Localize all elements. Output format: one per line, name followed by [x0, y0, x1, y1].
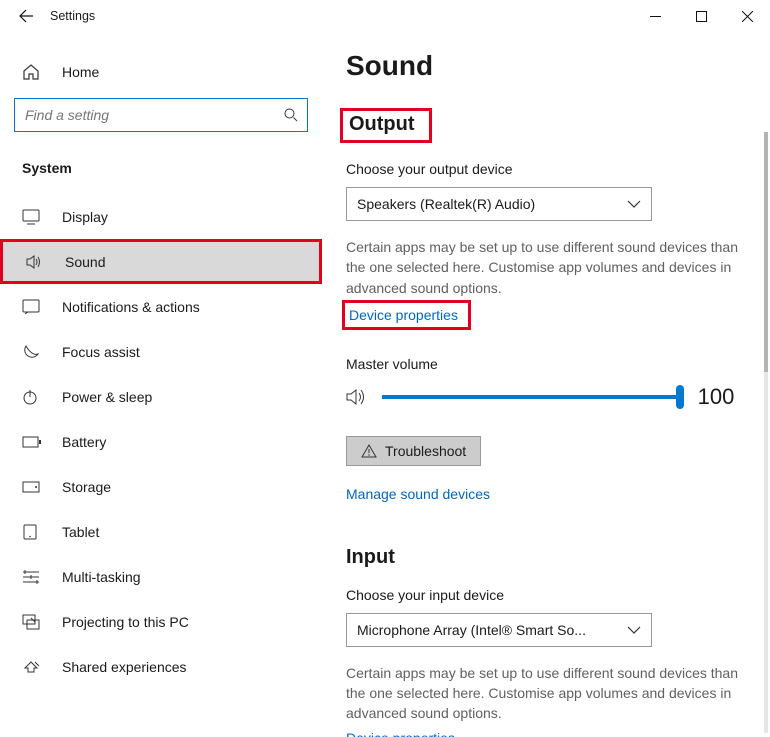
- sidebar-item-power-sleep[interactable]: Power & sleep: [0, 374, 322, 419]
- scrollbar-thumb[interactable]: [764, 132, 768, 372]
- output-heading: Output: [340, 108, 432, 143]
- chevron-down-icon: [627, 625, 641, 635]
- manage-sound-devices-link[interactable]: Manage sound devices: [346, 486, 490, 502]
- input-help-text: Certain apps may be set up to use differ…: [346, 663, 750, 724]
- sidebar-item-label: Notifications & actions: [44, 299, 200, 315]
- sidebar-item-multi-tasking[interactable]: Multi-tasking: [0, 554, 322, 599]
- sidebar-item-focus-assist[interactable]: Focus assist: [0, 329, 322, 374]
- input-device-label: Choose your input device: [346, 587, 750, 603]
- troubleshoot-label: Troubleshoot: [385, 443, 466, 459]
- home-icon: [22, 63, 40, 81]
- sidebar-item-storage[interactable]: Storage: [0, 464, 322, 509]
- window-controls: [632, 0, 770, 32]
- scrollbar[interactable]: [764, 132, 768, 733]
- sound-icon: [25, 254, 43, 270]
- nav-list: Display Sound Notifications & actions Fo…: [0, 194, 322, 689]
- sidebar-item-label: Display: [44, 209, 108, 225]
- sidebar-item-label: Battery: [44, 434, 106, 450]
- multitasking-icon: [22, 569, 40, 585]
- maximize-button[interactable]: [678, 0, 724, 32]
- arrow-left-icon: [18, 8, 34, 24]
- display-icon: [22, 209, 40, 225]
- projecting-icon: [22, 614, 40, 630]
- warning-icon: [361, 444, 377, 458]
- home-link[interactable]: Home: [0, 54, 322, 90]
- category-heading: System: [0, 132, 322, 194]
- volume-slider[interactable]: [382, 395, 680, 399]
- minimize-icon: [650, 11, 661, 22]
- volume-icon: [346, 387, 368, 407]
- sidebar-item-label: Projecting to this PC: [44, 614, 189, 630]
- content-pane: Sound Output Choose your output device S…: [322, 32, 770, 737]
- sidebar-item-battery[interactable]: Battery: [0, 419, 322, 464]
- slider-thumb[interactable]: [676, 385, 684, 409]
- input-heading: Input: [346, 546, 750, 569]
- minimize-button[interactable]: [632, 0, 678, 32]
- sidebar-item-label: Power & sleep: [44, 389, 152, 405]
- volume-value: 100: [694, 384, 738, 410]
- window-title: Settings: [48, 9, 95, 23]
- search-input-field[interactable]: [23, 107, 283, 123]
- output-device-label: Choose your output device: [346, 161, 750, 177]
- sidebar-item-label: Multi-tasking: [44, 569, 141, 585]
- sidebar-item-label: Sound: [47, 254, 105, 270]
- power-icon: [22, 389, 38, 405]
- master-volume-label: Master volume: [346, 356, 750, 372]
- titlebar: Settings: [0, 0, 770, 32]
- tablet-icon: [22, 524, 38, 540]
- sidebar-item-sound[interactable]: Sound: [0, 239, 322, 284]
- sidebar-item-label: Tablet: [44, 524, 99, 540]
- chevron-down-icon: [627, 199, 641, 209]
- sidebar-item-display[interactable]: Display: [0, 194, 322, 239]
- focus-assist-icon: [22, 344, 40, 360]
- output-device-value: Speakers (Realtek(R) Audio): [357, 196, 535, 212]
- notifications-icon: [22, 299, 40, 315]
- storage-icon: [22, 481, 40, 493]
- troubleshoot-button[interactable]: Troubleshoot: [346, 436, 481, 466]
- sidebar: Home System Display Sound Notifications …: [0, 32, 322, 737]
- input-device-dropdown[interactable]: Microphone Array (Intel® Smart So...: [346, 613, 652, 647]
- search-input[interactable]: [14, 98, 308, 132]
- close-button[interactable]: [724, 0, 770, 32]
- battery-icon: [22, 436, 42, 448]
- output-device-dropdown[interactable]: Speakers (Realtek(R) Audio): [346, 187, 652, 221]
- search-icon: [283, 107, 299, 123]
- sidebar-item-notifications[interactable]: Notifications & actions: [0, 284, 322, 329]
- sidebar-item-label: Storage: [44, 479, 111, 495]
- back-button[interactable]: [4, 0, 48, 32]
- close-icon: [742, 11, 753, 22]
- sidebar-item-label: Focus assist: [44, 344, 140, 360]
- sidebar-item-projecting[interactable]: Projecting to this PC: [0, 599, 322, 644]
- sidebar-item-tablet[interactable]: Tablet: [0, 509, 322, 554]
- shared-icon: [22, 659, 40, 675]
- output-help-text: Certain apps may be set up to use differ…: [346, 237, 750, 298]
- page-title: Sound: [346, 50, 750, 82]
- input-device-value: Microphone Array (Intel® Smart So...: [357, 622, 586, 638]
- sidebar-item-label: Shared experiences: [44, 659, 187, 675]
- home-label: Home: [44, 64, 99, 80]
- output-device-properties-link[interactable]: Device properties: [349, 307, 458, 323]
- sidebar-item-shared-experiences[interactable]: Shared experiences: [0, 644, 322, 689]
- maximize-icon: [696, 11, 707, 22]
- input-device-properties-link[interactable]: Device properties: [346, 730, 455, 737]
